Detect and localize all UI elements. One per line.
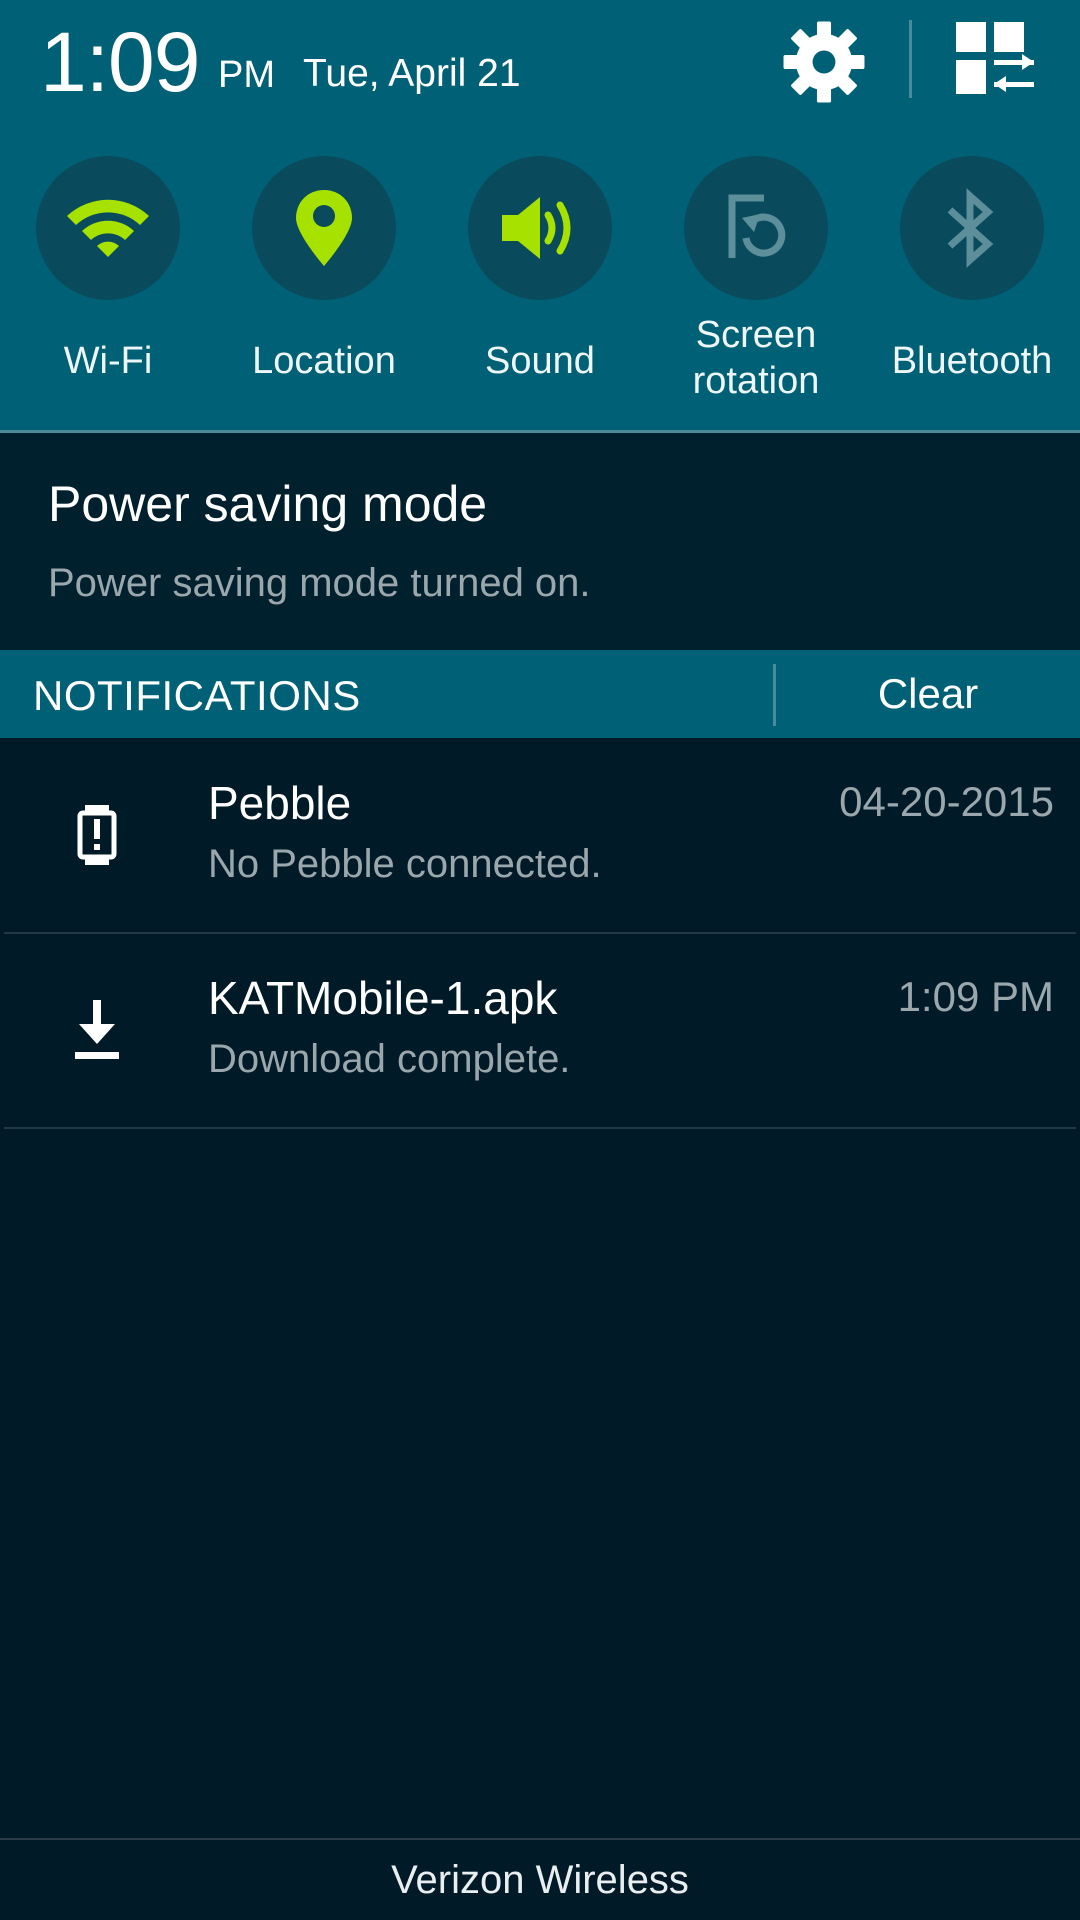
qs-wifi-label: Wi-Fi: [63, 340, 153, 382]
power-saving-subtitle: Power saving mode turned on.: [48, 561, 591, 605]
header-divider: [909, 20, 912, 98]
qs-location[interactable]: Location: [252, 156, 396, 384]
location-pin-icon: [296, 190, 352, 266]
notification-item-download[interactable]: KATMobile-1.apk Download complete. 1:09 …: [0, 933, 1080, 1127]
power-saving-title: Power saving mode: [48, 476, 488, 532]
power-saving-notification[interactable]: Power saving mode Power saving mode turn…: [0, 433, 1080, 650]
notification-subtitle: No Pebble connected.: [208, 842, 602, 886]
clock-time: 1:09: [40, 15, 200, 109]
footer-divider: [0, 1838, 1080, 1840]
clear-button[interactable]: Clear: [776, 650, 1080, 738]
qs-bluetooth-label: Bluetooth: [891, 340, 1053, 382]
notification-subtitle: Download complete.: [208, 1037, 571, 1081]
qs-bluetooth-button[interactable]: [900, 156, 1044, 300]
qs-bluetooth[interactable]: Bluetooth: [892, 156, 1052, 384]
notification-time: 04-20-2015: [839, 778, 1054, 825]
clock-ampm: PM: [218, 54, 275, 96]
notification-title: Pebble: [208, 777, 352, 829]
gear-icon[interactable]: [780, 18, 868, 106]
bluetooth-icon: [947, 188, 994, 268]
wifi-icon: [67, 199, 149, 257]
notification-separator: [4, 1127, 1076, 1129]
notification-time: 1:09 PM: [897, 973, 1054, 1020]
qs-screen-rotation-label: Screen rotation: [692, 314, 820, 402]
pebble-watch-icon: [62, 800, 132, 870]
qs-location-button[interactable]: [252, 156, 396, 300]
qs-sound-label: Sound: [485, 340, 595, 382]
multi-window-icon[interactable]: [956, 22, 1034, 96]
notification-item-pebble[interactable]: Pebble No Pebble connected. 04-20-2015: [0, 738, 1080, 932]
qs-wifi-button[interactable]: [36, 156, 180, 300]
qs-location-label: Location: [252, 340, 396, 382]
carrier-label: Verizon Wireless: [391, 1858, 689, 1902]
qs-sound[interactable]: Sound: [468, 156, 612, 384]
qs-wifi[interactable]: Wi-Fi: [36, 156, 180, 384]
screen-rotation-icon: [728, 194, 786, 258]
clock-date[interactable]: Tue, April 21: [303, 52, 521, 96]
notification-title: KATMobile-1.apk: [208, 972, 558, 1024]
download-icon: [62, 995, 132, 1065]
notifications-bar: NOTIFICATIONS Clear: [0, 650, 1080, 738]
speaker-icon: [502, 197, 571, 259]
qs-sound-button[interactable]: [468, 156, 612, 300]
qs-screen-rotation[interactable]: Screen rotation: [684, 156, 828, 404]
qs-screen-rotation-button[interactable]: [684, 156, 828, 300]
notifications-title: NOTIFICATIONS: [33, 672, 361, 719]
